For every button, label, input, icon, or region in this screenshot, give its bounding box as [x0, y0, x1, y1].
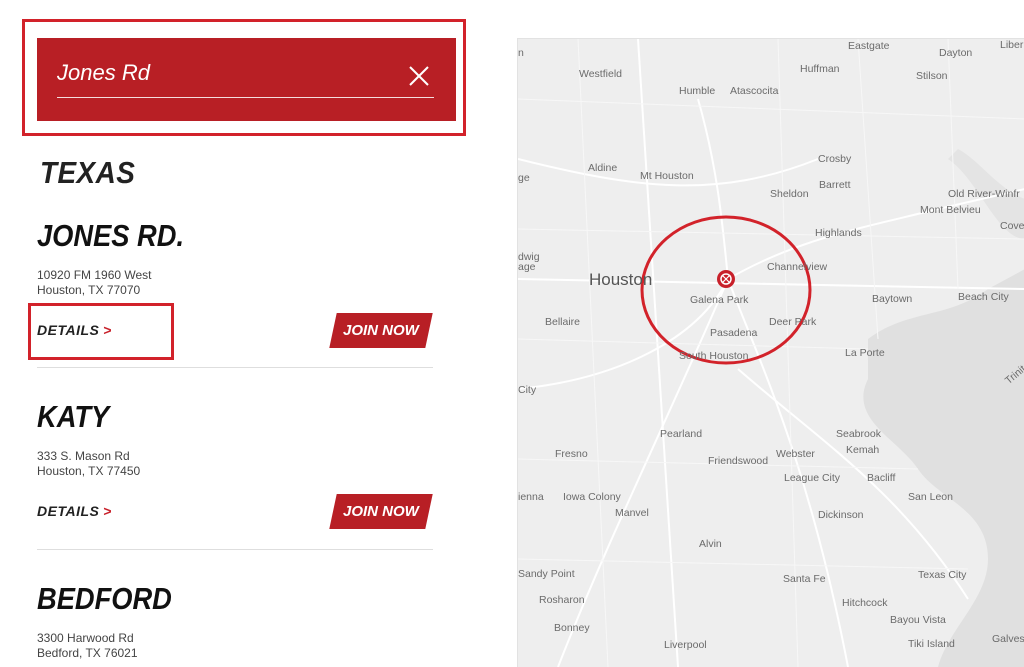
join-now-label: JOIN NOW	[343, 503, 419, 520]
address-line: 333 S. Mason Rd	[37, 449, 130, 463]
map-place-label: Liber	[1000, 39, 1024, 51]
address-line: 10920 FM 1960 West	[37, 268, 152, 282]
map-place-label: Galena Park	[690, 294, 749, 306]
search-highlight-box	[22, 19, 466, 136]
map-place-label: Houston	[589, 270, 653, 289]
map-place-label: Alvin	[699, 538, 722, 550]
map-place-label: Barrett	[819, 179, 851, 191]
map-place-label: Seabrook	[836, 428, 881, 440]
join-now-button[interactable]: JOIN NOW	[329, 494, 433, 529]
map-place-label: Galves	[992, 633, 1024, 645]
map-place-label: Bayou Vista	[890, 614, 946, 626]
map-place-label: Pasadena	[710, 327, 758, 339]
location-address: 3300 Harwood Rd Bedford, TX 76021	[37, 631, 433, 661]
map-place-label: Beach City	[958, 291, 1009, 303]
map-place-label: Kemah	[846, 444, 880, 456]
map-place-label: Hitchcock	[842, 597, 888, 609]
location-pin-icon	[717, 270, 735, 288]
map-place-label: Liverpool	[664, 639, 707, 651]
chevron-right-icon: >	[103, 503, 113, 519]
address-line: Houston, TX 77450	[37, 464, 141, 478]
map-place-label: Deer Park	[769, 316, 817, 328]
map-place-label: San Leon	[908, 491, 953, 503]
map-place-label: ienna	[518, 491, 544, 503]
location-name: KATY	[37, 399, 110, 434]
map-place-label: Fresno	[555, 448, 588, 460]
address-line: Bedford, TX 76021	[37, 646, 138, 660]
map-place-label: Tiki Island	[908, 638, 955, 650]
locations-panel: Jones Rd TEXAS JONES RD. 10920 FM 1960 W…	[0, 0, 470, 666]
location-address: 333 S. Mason Rd Houston, TX 77450	[37, 449, 433, 479]
address-line: 3300 Harwood Rd	[37, 631, 134, 645]
map-place-label: Manvel	[615, 507, 649, 519]
map-place-label: Highlands	[815, 227, 862, 239]
map[interactable]: Eastgate Dayton Liber Westfield Huffman Stils…	[517, 38, 1024, 667]
join-now-label: JOIN NOW	[343, 322, 419, 339]
map-place-label: Iowa Colony	[563, 491, 621, 503]
location-name: BEDFORD	[37, 581, 172, 616]
map-place-label: age	[518, 261, 536, 273]
map-place-label: Dayton	[939, 47, 973, 59]
map-place-label: Bonney	[554, 622, 590, 634]
map-place-label: Bellaire	[545, 316, 581, 328]
location-card: BEDFORD 3300 Harwood Rd Bedford, TX 7602…	[37, 581, 433, 661]
map-place-label: Old River-Winfr	[948, 188, 1020, 200]
divider	[37, 367, 433, 368]
map-place-label: Atascocita	[730, 85, 779, 97]
location-card: JONES RD. 10920 FM 1960 West Houston, TX…	[37, 218, 433, 348]
map-place-label: n	[518, 47, 524, 59]
map-place-label: ge	[518, 172, 530, 184]
map-place-label: Westfield	[579, 68, 622, 80]
map-place-label: Huffman	[800, 63, 840, 75]
map-place-label: City	[518, 384, 537, 396]
map-place-label: League City	[784, 472, 841, 484]
location-card: KATY 333 S. Mason Rd Houston, TX 77450 D…	[37, 399, 433, 529]
details-highlight-box	[28, 303, 174, 360]
map-place-label: Aldine	[588, 162, 618, 174]
details-link[interactable]: DETAILS >	[37, 503, 112, 519]
map-place-label: Eastgate	[848, 40, 890, 52]
map-place-label: Friendswood	[708, 455, 769, 467]
map-place-label: Baytown	[872, 293, 913, 305]
map-place-label: Sandy Point	[518, 568, 575, 580]
map-place-label: South Houston	[679, 350, 749, 362]
map-place-label: Channelview	[767, 261, 828, 273]
map-place-label: Humble	[679, 85, 716, 97]
location-name: JONES RD.	[37, 218, 185, 253]
join-now-button[interactable]: JOIN NOW	[329, 313, 433, 348]
divider	[37, 549, 433, 550]
map-place-label: Sheldon	[770, 188, 809, 200]
map-place-label: Pearland	[660, 428, 703, 440]
map-place-label: Dickinson	[818, 509, 864, 521]
map-place-label: Texas City	[918, 569, 967, 581]
address-line: Houston, TX 77070	[37, 283, 141, 297]
map-place-label: Webster	[776, 448, 815, 460]
details-label: DETAILS	[37, 503, 100, 519]
map-place-label: Cove	[1000, 220, 1024, 232]
map-place-label: Bacliff	[867, 472, 896, 484]
location-address: 10920 FM 1960 West Houston, TX 77070	[37, 268, 433, 298]
state-heading: TEXAS	[40, 155, 136, 190]
map-place-label: Mt Houston	[640, 170, 694, 182]
map-place-label: La Porte	[845, 347, 885, 359]
map-place-label: Santa Fe	[783, 573, 826, 585]
map-place-label: Mont Belvieu	[920, 204, 981, 216]
map-place-label: Crosby	[818, 153, 852, 165]
map-place-label: Rosharon	[539, 594, 585, 606]
map-place-label: Stilson	[916, 70, 948, 82]
